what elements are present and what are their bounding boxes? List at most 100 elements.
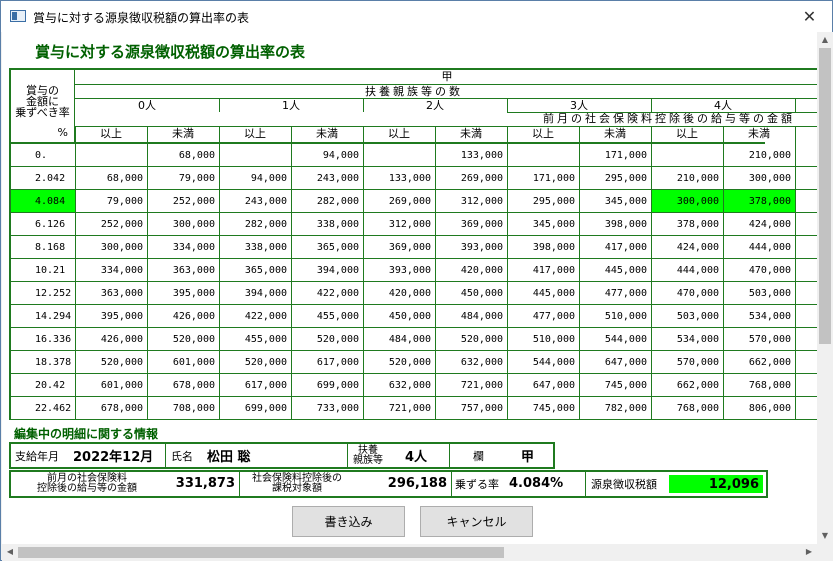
min-amount-cell: 420,000 [388, 288, 431, 299]
sub-header-min: 以上 [532, 127, 554, 140]
cancel-button[interactable]: キャンセル [420, 506, 533, 537]
tax-label: 源泉徴収税額 [591, 477, 657, 491]
table-row[interactable]: 14.294 395,000 426,000 422,000 455,000 450,00… [11, 305, 817, 328]
min-amount-cell: 601,000 [100, 380, 143, 391]
min-amount-cell: 699,000 [244, 403, 287, 414]
min-amount-cell: 721,000 [388, 403, 431, 414]
min-amount-cell: 68,000 [106, 173, 143, 184]
close-button[interactable]: ✕ [787, 1, 832, 32]
min-amount-cell: 510,000 [532, 334, 575, 345]
dialog-window: 賞与に対する源泉徴収税額の算出率の表 ✕ 賞与に対する源泉徴収税額の算出率の表 … [0, 0, 833, 561]
table-row[interactable]: 22.462 678,000 708,000 699,000 733,000 721,00… [11, 397, 817, 420]
dep-divider-4 [795, 98, 796, 112]
max-amount-cell: 708,000 [172, 403, 215, 414]
row-rule [11, 166, 817, 167]
min-amount-cell: 444,000 [676, 265, 719, 276]
column-rule-8 [651, 126, 652, 420]
rate-cell: 20.42 [35, 380, 66, 391]
min-amount-cell [219, 144, 291, 167]
dep-divider-0 [219, 98, 220, 112]
row-rule [11, 304, 817, 305]
min-amount-cell: 171,000 [532, 173, 575, 184]
max-amount-cell: 544,000 [604, 334, 647, 345]
table-row[interactable]: 0. 68,000 94,000 133,000 171,000 210,000 [11, 144, 817, 167]
table-row[interactable]: 12.252 363,000 395,000 394,000 422,000 420,00… [11, 282, 817, 305]
min-amount-cell: 503,000 [676, 311, 719, 322]
scroll-right-icon[interactable]: ▶ [801, 544, 817, 560]
max-amount-cell: 470,000 [748, 265, 791, 276]
name-label: 氏名 [171, 449, 193, 463]
window-title: 賞与に対する源泉徴収税額の算出率の表 [33, 11, 250, 25]
scroll-left-icon[interactable]: ◀ [2, 544, 18, 560]
table-row[interactable]: 6.126 252,000 300,000 282,000 338,000 312,000… [11, 213, 817, 236]
max-amount-cell: 420,000 [460, 265, 503, 276]
name-value: 松田 聡 [207, 450, 251, 465]
min-amount-cell: 544,000 [532, 357, 575, 368]
min-amount-cell: 534,000 [676, 334, 719, 345]
table-row[interactable]: 20.42 601,000 678,000 617,000 699,000 632,000… [11, 374, 817, 397]
max-amount-cell: 426,000 [172, 311, 215, 322]
scroll-down-icon[interactable]: ▼ [817, 528, 833, 544]
horizontal-scrollbar[interactable]: ◀ ▶ [2, 544, 817, 561]
group-header: 甲 [441, 70, 453, 83]
max-amount-cell: 365,000 [316, 242, 359, 253]
vertical-scroll-thumb[interactable] [819, 48, 831, 344]
max-amount-cell: 757,000 [460, 403, 503, 414]
min-amount-cell: 662,000 [676, 380, 719, 391]
max-amount-cell: 647,000 [604, 357, 647, 368]
max-amount-cell: 662,000 [748, 357, 791, 368]
table-row[interactable]: 2.042 68,000 79,000 94,000 243,000 133,000 269… [11, 167, 817, 190]
min-amount-cell: 79,000 [106, 196, 143, 207]
max-amount-cell: 745,000 [604, 380, 647, 391]
scroll-up-icon[interactable]: ▲ [817, 32, 833, 48]
max-amount-cell: 520,000 [316, 334, 359, 345]
vertical-scrollbar[interactable]: ▲ ▼ [817, 32, 833, 544]
rate-table: 賞与の 金額に 乗ずべき率 % 甲 扶養親族等の数 0人 1人 2人 3人 4人… [9, 68, 817, 420]
write-button[interactable]: 書き込み [292, 506, 405, 537]
min-amount-cell: 470,000 [676, 288, 719, 299]
max-amount-cell: 510,000 [604, 311, 647, 322]
table-row[interactable]: 10.21 334,000 363,000 365,000 394,000 393,000… [11, 259, 817, 282]
column-rule-0 [75, 126, 76, 420]
max-amount-cell: 345,000 [604, 196, 647, 207]
max-amount-cell: 617,000 [316, 357, 359, 368]
header-rule-1 [75, 84, 817, 85]
min-amount-cell: 520,000 [100, 357, 143, 368]
min-amount-cell [75, 144, 147, 167]
table-row[interactable]: 18.378 520,000 601,000 520,000 617,000 520,00… [11, 351, 817, 374]
max-amount-cell: 570,000 [748, 334, 791, 345]
horizontal-scroll-thumb[interactable] [18, 547, 504, 558]
rate-cell: 2.042 [35, 173, 66, 184]
min-amount-cell: 338,000 [244, 242, 287, 253]
header-rule-2 [75, 98, 817, 99]
detail-row-1: 支給年月 2022年12月 氏名 松田 聡 扶養 親族等 4人 欄 甲 [9, 442, 555, 469]
rate-value: 4.084% [509, 476, 564, 491]
min-amount-cell [363, 144, 435, 167]
min-amount-cell: 417,000 [532, 265, 575, 276]
max-amount-cell: 632,000 [460, 357, 503, 368]
max-amount-cell: 312,000 [460, 196, 503, 207]
max-amount-cell: 295,000 [604, 173, 647, 184]
max-amount-cell: 300,000 [748, 173, 791, 184]
taxable-label: 社会保険料控除後の 課税対象額 [252, 472, 342, 494]
min-amount-cell: 422,000 [244, 311, 287, 322]
sub-header-max: 未満 [604, 127, 626, 140]
min-amount-cell: 363,000 [100, 288, 143, 299]
min-amount-cell: 647,000 [532, 380, 575, 391]
min-amount-cell: 295,000 [532, 196, 575, 207]
max-amount-cell: 520,000 [172, 334, 215, 345]
dep-col-2: 2人 [426, 99, 444, 112]
dependents-header: 扶養親族等の数 [365, 85, 463, 98]
dep-divider-3 [651, 98, 652, 112]
rate-header-line-3: 乗ずべき率 [15, 106, 70, 119]
rate-cell: 10.21 [35, 265, 66, 276]
max-amount-cell: 806,000 [748, 403, 791, 414]
table-row[interactable]: 4.084 79,000 252,000 243,000 282,000 269,000 3… [11, 190, 817, 213]
sub-header-min: 以上 [676, 127, 698, 140]
max-amount-cell: 393,000 [460, 242, 503, 253]
table-row[interactable]: 8.168 300,000 334,000 338,000 365,000 369,000… [11, 236, 817, 259]
max-amount-cell: 534,000 [748, 311, 791, 322]
table-row[interactable]: 16.336 426,000 520,000 455,000 520,000 484,00… [11, 328, 817, 351]
max-amount-cell: 445,000 [604, 265, 647, 276]
title-bar: 賞与に対する源泉徴収税額の算出率の表 ✕ [1, 1, 832, 32]
